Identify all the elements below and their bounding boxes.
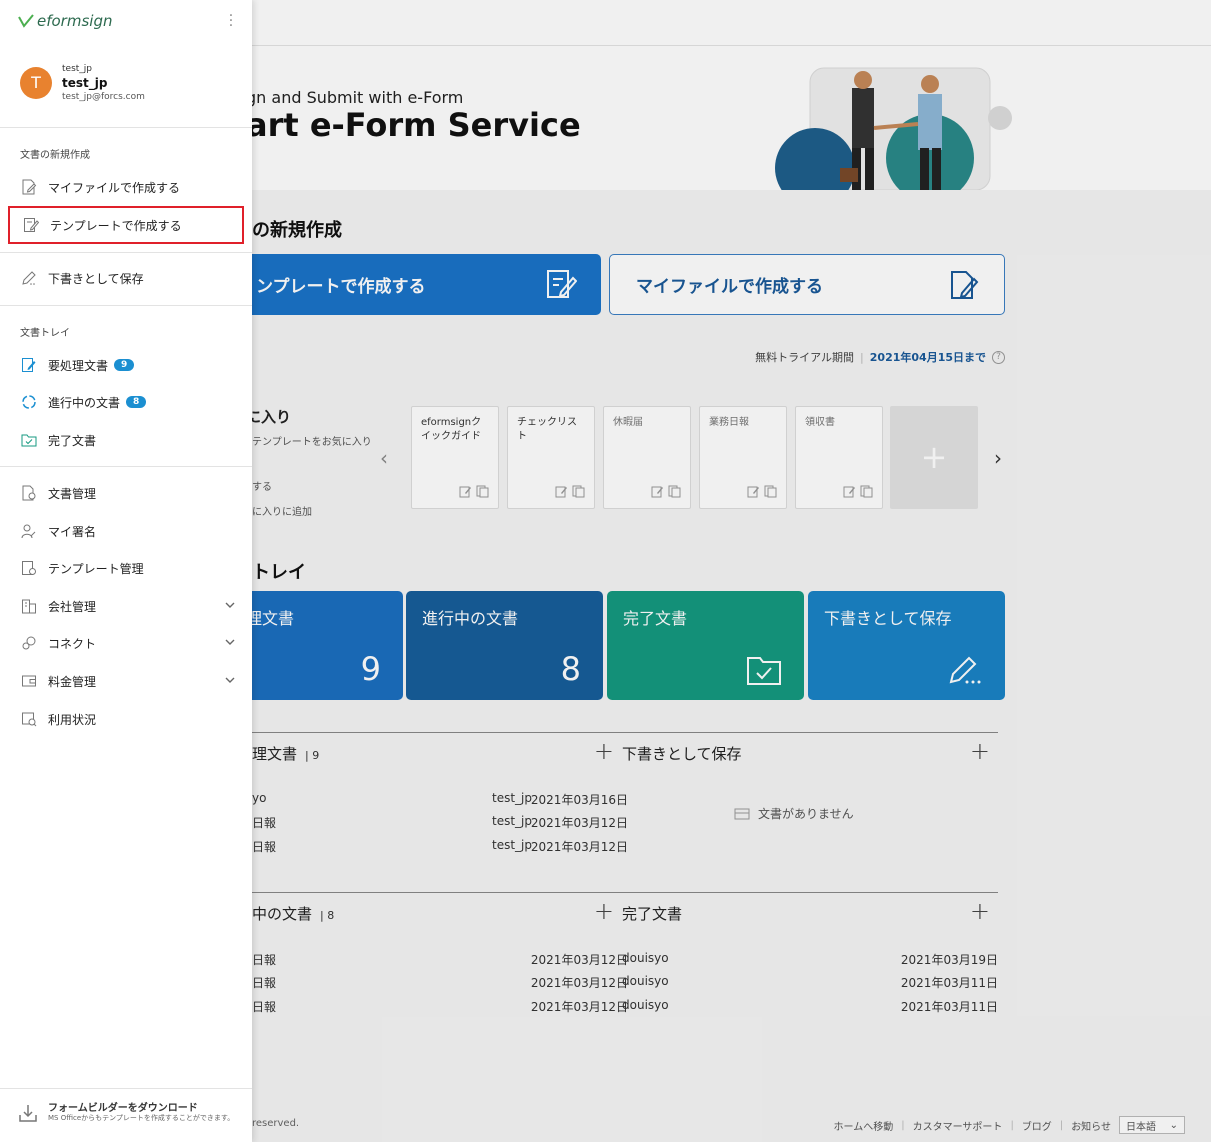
user-profile[interactable]: T test_jp test_jp test_jp@forcs.com xyxy=(20,64,145,102)
menu-my-signature[interactable]: マイ署名 xyxy=(8,513,244,549)
menu-create-myfile[interactable]: マイファイルで作成する xyxy=(8,169,244,205)
connect-gears-icon xyxy=(20,634,38,652)
doc-manage-icon xyxy=(20,484,38,502)
download-subtitle: MS Officeからもテンプレートを作成することができます。 xyxy=(48,1114,235,1122)
logo-mark-icon xyxy=(18,14,34,28)
menu-completed[interactable]: 完了文書 xyxy=(8,422,244,458)
pencil-icon xyxy=(20,269,38,287)
divider xyxy=(0,305,252,306)
menu-label: 進行中の文書 xyxy=(48,395,121,410)
template-gear-icon xyxy=(20,559,38,577)
edit-doc-icon xyxy=(22,216,40,234)
group-label-tray: 文書トレイ xyxy=(20,328,70,339)
menu-usage[interactable]: 利用状況 xyxy=(8,701,244,737)
menu-label: 利用状況 xyxy=(48,712,97,727)
logo[interactable]: eformsign xyxy=(18,12,112,30)
chevron-down-icon[interactable] xyxy=(224,636,236,648)
avatar: T xyxy=(20,67,52,99)
building-icon xyxy=(20,597,38,615)
menu-label: 会社管理 xyxy=(48,599,97,614)
wallet-icon xyxy=(20,672,38,690)
divider xyxy=(0,466,252,467)
menu-save-draft[interactable]: 下書きとして保存 xyxy=(8,260,244,296)
menu-label: 完了文書 xyxy=(48,433,97,448)
menu-doc-manage[interactable]: 文書管理 xyxy=(8,475,244,511)
menu-label: 要処理文書 xyxy=(48,358,109,373)
menu-label: 文書管理 xyxy=(48,486,97,501)
file-upload-icon xyxy=(20,178,38,196)
more-vertical-icon[interactable]: · · · xyxy=(228,9,234,33)
group-label-new: 文書の新規作成 xyxy=(20,150,90,161)
menu-create-template[interactable]: テンプレートで作成する xyxy=(8,206,244,244)
menu-inprogress[interactable]: 進行中の文書 8 xyxy=(8,384,244,420)
menu-label: テンプレートで作成する xyxy=(50,218,182,233)
menu-label: マイファイルで作成する xyxy=(48,180,181,195)
menu-label: マイ署名 xyxy=(48,524,97,539)
user-sign-icon xyxy=(20,522,38,540)
menu-label: コネクト xyxy=(48,636,97,651)
chevron-down-icon[interactable] xyxy=(224,674,236,686)
menu-billing[interactable]: 料金管理 xyxy=(8,663,244,699)
menu-todo[interactable]: 要処理文書 9 xyxy=(8,347,244,383)
menu-label: 下書きとして保存 xyxy=(48,271,144,286)
download-title: フォームビルダーをダウンロード xyxy=(48,1103,198,1114)
user-email: test_jp@forcs.com xyxy=(62,92,145,102)
menu-company-manage[interactable]: 会社管理 xyxy=(8,588,244,624)
download-icon xyxy=(19,1105,37,1122)
inprogress-count-badge: 8 xyxy=(126,396,147,408)
progress-cycle-icon xyxy=(20,393,38,411)
user-info: test_jp test_jp test_jp@forcs.com xyxy=(62,64,145,102)
divider xyxy=(0,127,252,128)
todo-doc-icon xyxy=(20,356,38,374)
divider xyxy=(0,252,252,253)
user-id: test_jp xyxy=(62,64,92,74)
menu-connect[interactable]: コネクト xyxy=(8,625,244,661)
menu-template-manage[interactable]: テンプレート管理 xyxy=(8,550,244,586)
menu-label: 料金管理 xyxy=(48,674,97,689)
chevron-down-icon[interactable] xyxy=(224,599,236,611)
menu-label: テンプレート管理 xyxy=(48,561,144,576)
usage-chart-icon xyxy=(20,710,38,728)
logo-text: eformsign xyxy=(37,12,113,30)
side-drawer: eformsign · · · T test_jp test_jp test_jp@… xyxy=(0,0,252,1142)
todo-count-badge: 9 xyxy=(114,359,135,371)
download-formbuilder[interactable]: フォームビルダーをダウンロード MS Officeからもテンプレートを作成するこ… xyxy=(0,1088,252,1142)
folder-check-icon xyxy=(20,431,38,449)
user-name: test_jp xyxy=(62,76,108,90)
